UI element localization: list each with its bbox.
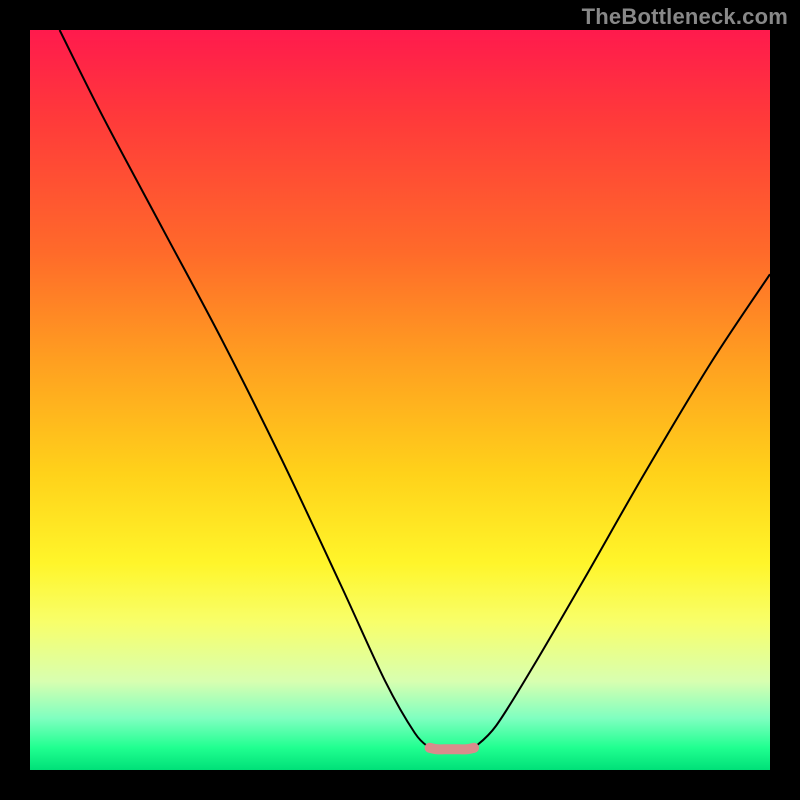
plot-area — [30, 30, 770, 770]
watermark-text: TheBottleneck.com — [582, 4, 788, 30]
curve-right — [474, 274, 770, 748]
chart-frame: TheBottleneck.com — [0, 0, 800, 800]
bottleneck-flat-segment — [430, 748, 474, 750]
curve-left — [60, 30, 430, 748]
curve-layer — [30, 30, 770, 770]
